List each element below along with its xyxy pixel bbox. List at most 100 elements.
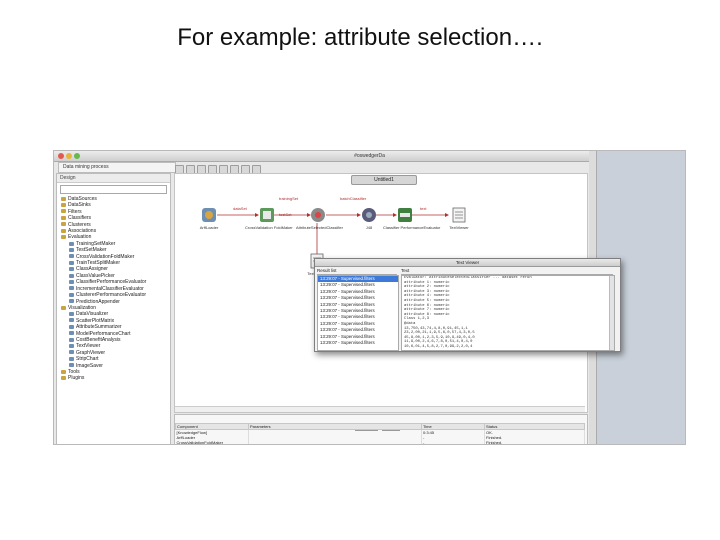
crossvalidation-node-icon[interactable] [259, 207, 275, 223]
sidebar-item-label: DataVisualizer [76, 311, 109, 318]
connection-label: testSet [279, 212, 292, 217]
arffloader-node-icon[interactable] [201, 207, 217, 223]
connection-label: batchClassifier [340, 196, 367, 201]
text-output-area[interactable]: Evaluator: AttributeSelectedClassifier .… [401, 275, 615, 351]
folder-icon [61, 369, 66, 374]
component-icon [69, 350, 74, 355]
component-icon [69, 241, 74, 246]
sidebar-item-label: ImageSaver [76, 362, 103, 369]
component-icon [69, 324, 74, 329]
node-label: Classifier PerformanceEvaluator [383, 225, 441, 230]
table-cell [248, 440, 422, 444]
component-icon [69, 337, 74, 342]
folder-icon [61, 376, 66, 381]
component-icon [69, 247, 74, 252]
sidebar-item-label: Clusterers [68, 221, 91, 228]
design-sidebar: Design DataSources DataSinks Filters Classi… [56, 173, 171, 444]
component-icon [69, 279, 74, 284]
sidebar-item-label: ClustererPerformanceEvaluator [76, 292, 147, 299]
sidebar-item-label: DataSinks [68, 202, 91, 209]
result-list-item[interactable]: 13:29:07 - Supervised.filters [318, 340, 398, 346]
table-cell: Finished. [484, 440, 585, 444]
sidebar-item-label: StripChart [76, 356, 99, 363]
component-icon [69, 286, 74, 291]
sidebar-item-label: CrossValidationFoldMaker [76, 253, 135, 260]
sidebar-item-label: PredictionAppender [76, 298, 120, 305]
result-list-header: Result list [317, 268, 397, 275]
folder-icon [61, 222, 66, 227]
tab-data-mining-process[interactable]: Data mining process [58, 162, 176, 173]
slide-title: For example: attribute selection…. [177, 24, 543, 51]
sidebar-item-label: DataSources [68, 196, 97, 202]
attributeselectedclassifier-node-icon[interactable] [310, 207, 326, 223]
component-icon [69, 363, 74, 368]
sidebar-item[interactable]: Plugins [57, 375, 170, 381]
component-icon [69, 331, 74, 336]
component-icon [69, 311, 74, 316]
connection-label: trainingSet [279, 196, 299, 201]
text-header: Text [401, 268, 613, 275]
component-icon [69, 260, 74, 265]
sidebar-item-label: TrainTestSplitMaker [76, 260, 120, 267]
component-icon [69, 267, 74, 272]
folder-icon [61, 196, 66, 201]
sidebar-item-label: TestSetMaker [76, 247, 107, 254]
text-line: 11,7,00,2,5,7,9,4,0,34,2,4,1,5 [402, 350, 614, 351]
component-icon [69, 254, 74, 259]
node-label: TextViewer [449, 225, 469, 230]
status-table: Component Parameters Time Status [Knowle… [175, 423, 585, 444]
sidebar-item-label: Filters [68, 208, 82, 215]
connection-label: dataSet [233, 206, 247, 211]
close-window-icon[interactable] [58, 153, 64, 159]
sidebar-item-label: Visualization [68, 304, 96, 311]
component-icon [69, 299, 74, 304]
j48-node-icon[interactable] [361, 207, 377, 223]
toolbar [174, 162, 594, 174]
node-label: CrossValidation FoldMaker [245, 225, 293, 230]
status-panel: Status Log Component Parameters Time Sta… [174, 414, 588, 444]
sidebar-item-label: Plugins [68, 375, 85, 382]
sidebar-item-label: CostBenefitAnalysis [76, 336, 121, 343]
sidebar-label: Design [57, 174, 170, 183]
zoom-window-icon[interactable] [74, 153, 80, 159]
sidebar-item-label: ScatterPlotMatrix [76, 317, 115, 324]
text-viewer-window: Text Viewer Result list 13:29:07 - Super… [314, 258, 621, 352]
sidebar-item-label: Tools [68, 368, 80, 375]
sidebar-item-label: GraphViewer [76, 349, 106, 356]
sidebar-search-input[interactable] [60, 185, 167, 194]
folder-icon [61, 203, 66, 208]
sidebar-item-label: ClassifierPerformanceEvaluator [76, 279, 147, 286]
sidebar-item-label: TextViewer [76, 343, 101, 350]
folder-icon [61, 209, 66, 214]
text-vertical-scrollbar[interactable] [609, 276, 614, 350]
component-icon [69, 318, 74, 323]
result-list[interactable]: 13:29:07 - Supervised.filters 13:29:07 - … [317, 275, 399, 351]
folder-icon [61, 215, 66, 220]
component-icon [69, 344, 74, 349]
component-icon [69, 292, 74, 297]
sidebar-item-label: IncrementalClassifierEvaluator [76, 285, 144, 292]
sidebar-item-label: Evaluation [68, 234, 92, 241]
component-icon [69, 273, 74, 278]
folder-icon [61, 235, 66, 240]
sidebar-item-label: Classifiers [68, 215, 92, 222]
node-label: AttributeSelectedClassifier [296, 225, 343, 230]
table-cell: CrossValidationFoldMaker [175, 440, 249, 444]
textviewer-node-icon[interactable] [451, 207, 467, 223]
table-cell: - [421, 440, 485, 444]
sidebar-item-label: TrainingSetMaker [76, 240, 116, 247]
text-viewer-title: Text Viewer [315, 259, 620, 267]
table-row[interactable]: CrossValidationFoldMaker - Finished. [175, 440, 585, 444]
sidebar-item-label: ModelPerformanceChart [76, 330, 131, 337]
folder-icon [61, 228, 66, 233]
minimize-window-icon[interactable] [66, 153, 72, 159]
node-label: ArffLoader [199, 225, 219, 230]
sidebar-item-label: AttributeSummarizer [76, 324, 122, 331]
sidebar-item-label: ClassValuePicker [76, 272, 115, 279]
sidebar-item-label: ClassAssigner [76, 266, 108, 273]
connection-label: text [420, 206, 427, 211]
component-icon [69, 356, 74, 361]
canvas-horizontal-scrollbar[interactable] [175, 406, 585, 412]
classifierperformanceevaluator-node-icon[interactable] [397, 207, 413, 223]
folder-icon [61, 305, 66, 310]
